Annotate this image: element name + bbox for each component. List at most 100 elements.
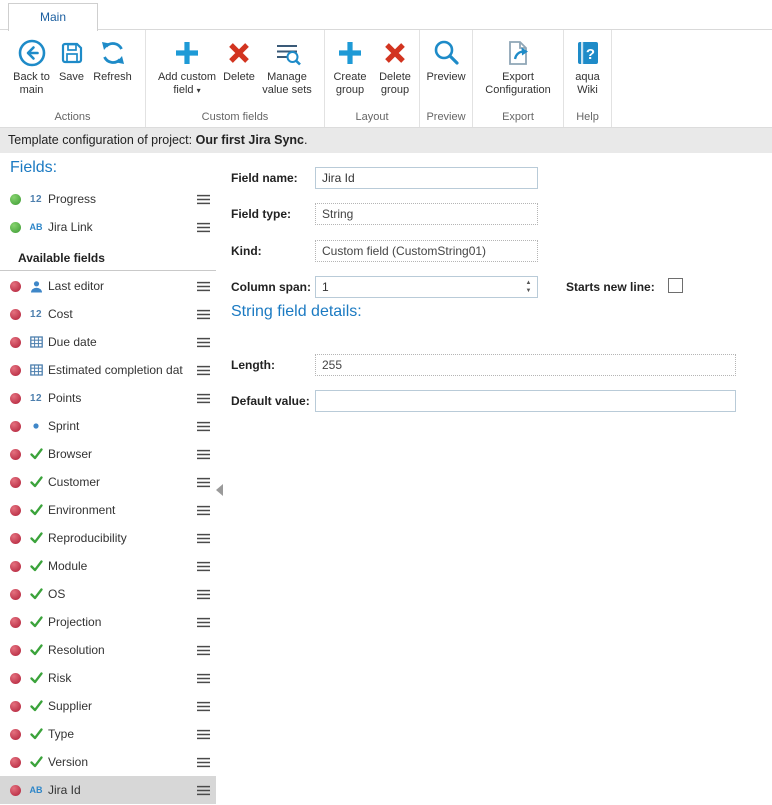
banner-prefix: Template configuration of project: [8, 133, 196, 147]
status-dot-red [10, 645, 21, 656]
fields-sidebar: Fields: 12 Progress AB Jira Link Availab… [0, 153, 216, 805]
field-row-jira-id[interactable]: AB Jira Id [0, 776, 216, 804]
field-row-sprint[interactable]: Sprint [0, 412, 216, 440]
numeric-icon: 12 [27, 393, 45, 404]
button-label-text: Add custom field [158, 71, 216, 96]
field-row-supplier[interactable]: Supplier [0, 692, 216, 720]
aqua-wiki-button[interactable]: ? aqua Wiki [568, 35, 608, 97]
stepper-down-icon[interactable]: ▼ [526, 287, 532, 295]
add-custom-field-button[interactable]: Add custom field ▾ [155, 35, 219, 97]
ribbon-buttons-actions: Back to main Save Refresh [0, 30, 145, 109]
field-row-label: Customer [48, 475, 196, 489]
field-row-jira-link[interactable]: AB Jira Link [0, 213, 216, 241]
delete-field-button[interactable]: Delete [219, 35, 259, 84]
create-group-button[interactable]: Create group [327, 35, 373, 97]
drag-handle-icon[interactable] [196, 561, 211, 572]
export-document-icon [502, 37, 534, 69]
field-row-label: Browser [48, 447, 196, 461]
field-row-cost[interactable]: 12 Cost [0, 300, 216, 328]
stepper-arrows[interactable]: ▲ ▼ [522, 277, 535, 297]
field-row-os[interactable]: OS [0, 580, 216, 608]
drag-handle-icon[interactable] [196, 533, 211, 544]
status-dot-red [10, 785, 21, 796]
drag-handle-icon[interactable] [196, 337, 211, 348]
field-row-resolution[interactable]: Resolution [0, 636, 216, 664]
status-dot-red [10, 477, 21, 488]
status-dot-red [10, 673, 21, 684]
drag-handle-icon[interactable] [196, 393, 211, 404]
back-to-main-button[interactable]: Back to main [10, 35, 54, 97]
length-input[interactable] [315, 354, 736, 376]
drag-handle-icon[interactable] [196, 222, 211, 233]
starts-new-line-checkbox[interactable] [668, 278, 683, 293]
preview-button[interactable]: Preview [421, 35, 471, 84]
back-icon [16, 37, 48, 69]
field-row-progress[interactable]: 12 Progress [0, 185, 216, 213]
check-icon [27, 672, 45, 684]
status-dot-red [10, 281, 21, 292]
field-row-estimated-completion-date[interactable]: Estimated completion dat [0, 356, 216, 384]
refresh-icon [97, 37, 129, 69]
ribbon-buttons-export: Export Configuration [473, 30, 563, 109]
field-row-risk[interactable]: Risk [0, 664, 216, 692]
refresh-button[interactable]: Refresh [90, 35, 136, 84]
sprint-dot-icon [27, 421, 45, 431]
tab-main[interactable]: Main [8, 3, 98, 31]
field-row-version[interactable]: Version [0, 748, 216, 776]
banner-suffix: . [304, 133, 307, 147]
save-button[interactable]: Save [54, 35, 90, 84]
field-row-label: Jira Link [48, 220, 196, 234]
drag-handle-icon[interactable] [196, 421, 211, 432]
manage-value-sets-icon [271, 37, 303, 69]
drag-handle-icon[interactable] [196, 505, 211, 516]
drag-handle-icon[interactable] [196, 645, 211, 656]
field-row-label: Module [48, 559, 196, 573]
drag-handle-icon[interactable] [196, 617, 211, 628]
drag-handle-icon[interactable] [196, 701, 211, 712]
field-row-label: OS [48, 587, 196, 601]
field-row-points[interactable]: 12 Points [0, 384, 216, 412]
field-row-due-date[interactable]: Due date [0, 328, 216, 356]
field-name-label: Field name: [231, 167, 298, 189]
field-row-customer[interactable]: Customer [0, 468, 216, 496]
stepper-up-icon[interactable]: ▲ [526, 279, 532, 287]
ribbon-buttons-help: ? aqua Wiki [564, 30, 611, 109]
field-row-projection[interactable]: Projection [0, 608, 216, 636]
check-icon [27, 588, 45, 600]
field-row-last-editor[interactable]: Last editor [0, 272, 216, 300]
drag-handle-icon[interactable] [196, 757, 211, 768]
field-row-environment[interactable]: Environment [0, 496, 216, 524]
drag-handle-icon[interactable] [196, 589, 211, 600]
field-type-input[interactable] [315, 203, 538, 225]
drag-handle-icon[interactable] [196, 309, 211, 320]
column-span-stepper[interactable]: 1 ▲ ▼ [315, 276, 538, 298]
export-configuration-button[interactable]: Export Configuration [479, 35, 557, 97]
check-icon [27, 644, 45, 656]
drag-handle-icon[interactable] [196, 673, 211, 684]
drag-handle-icon[interactable] [196, 194, 211, 205]
manage-value-sets-button[interactable]: Manage value sets [259, 35, 315, 97]
drag-handle-icon[interactable] [196, 281, 211, 292]
drag-handle-icon[interactable] [196, 449, 211, 460]
field-row-reproducibility[interactable]: Reproducibility [0, 524, 216, 552]
banner-project-name: Our first Jira Sync [196, 133, 304, 147]
ribbon-group-label: Custom fields [146, 109, 324, 127]
field-name-input[interactable] [315, 167, 538, 189]
length-label: Length: [231, 354, 275, 376]
field-row-label: Type [48, 727, 196, 741]
field-row-label: Reproducibility [48, 531, 196, 545]
field-row-label: Jira Id [48, 783, 196, 797]
delete-group-button[interactable]: Delete group [373, 35, 417, 97]
field-row-module[interactable]: Module [0, 552, 216, 580]
default-value-input[interactable] [315, 390, 736, 412]
field-row-label: Estimated completion dat [48, 363, 196, 377]
preview-magnifier-icon [430, 37, 462, 69]
drag-handle-icon[interactable] [196, 785, 211, 796]
field-row-browser[interactable]: Browser [0, 440, 216, 468]
drag-handle-icon[interactable] [196, 729, 211, 740]
kind-input[interactable] [315, 240, 538, 262]
drag-handle-icon[interactable] [196, 477, 211, 488]
field-row-label: Risk [48, 671, 196, 685]
field-row-type[interactable]: Type [0, 720, 216, 748]
drag-handle-icon[interactable] [196, 365, 211, 376]
